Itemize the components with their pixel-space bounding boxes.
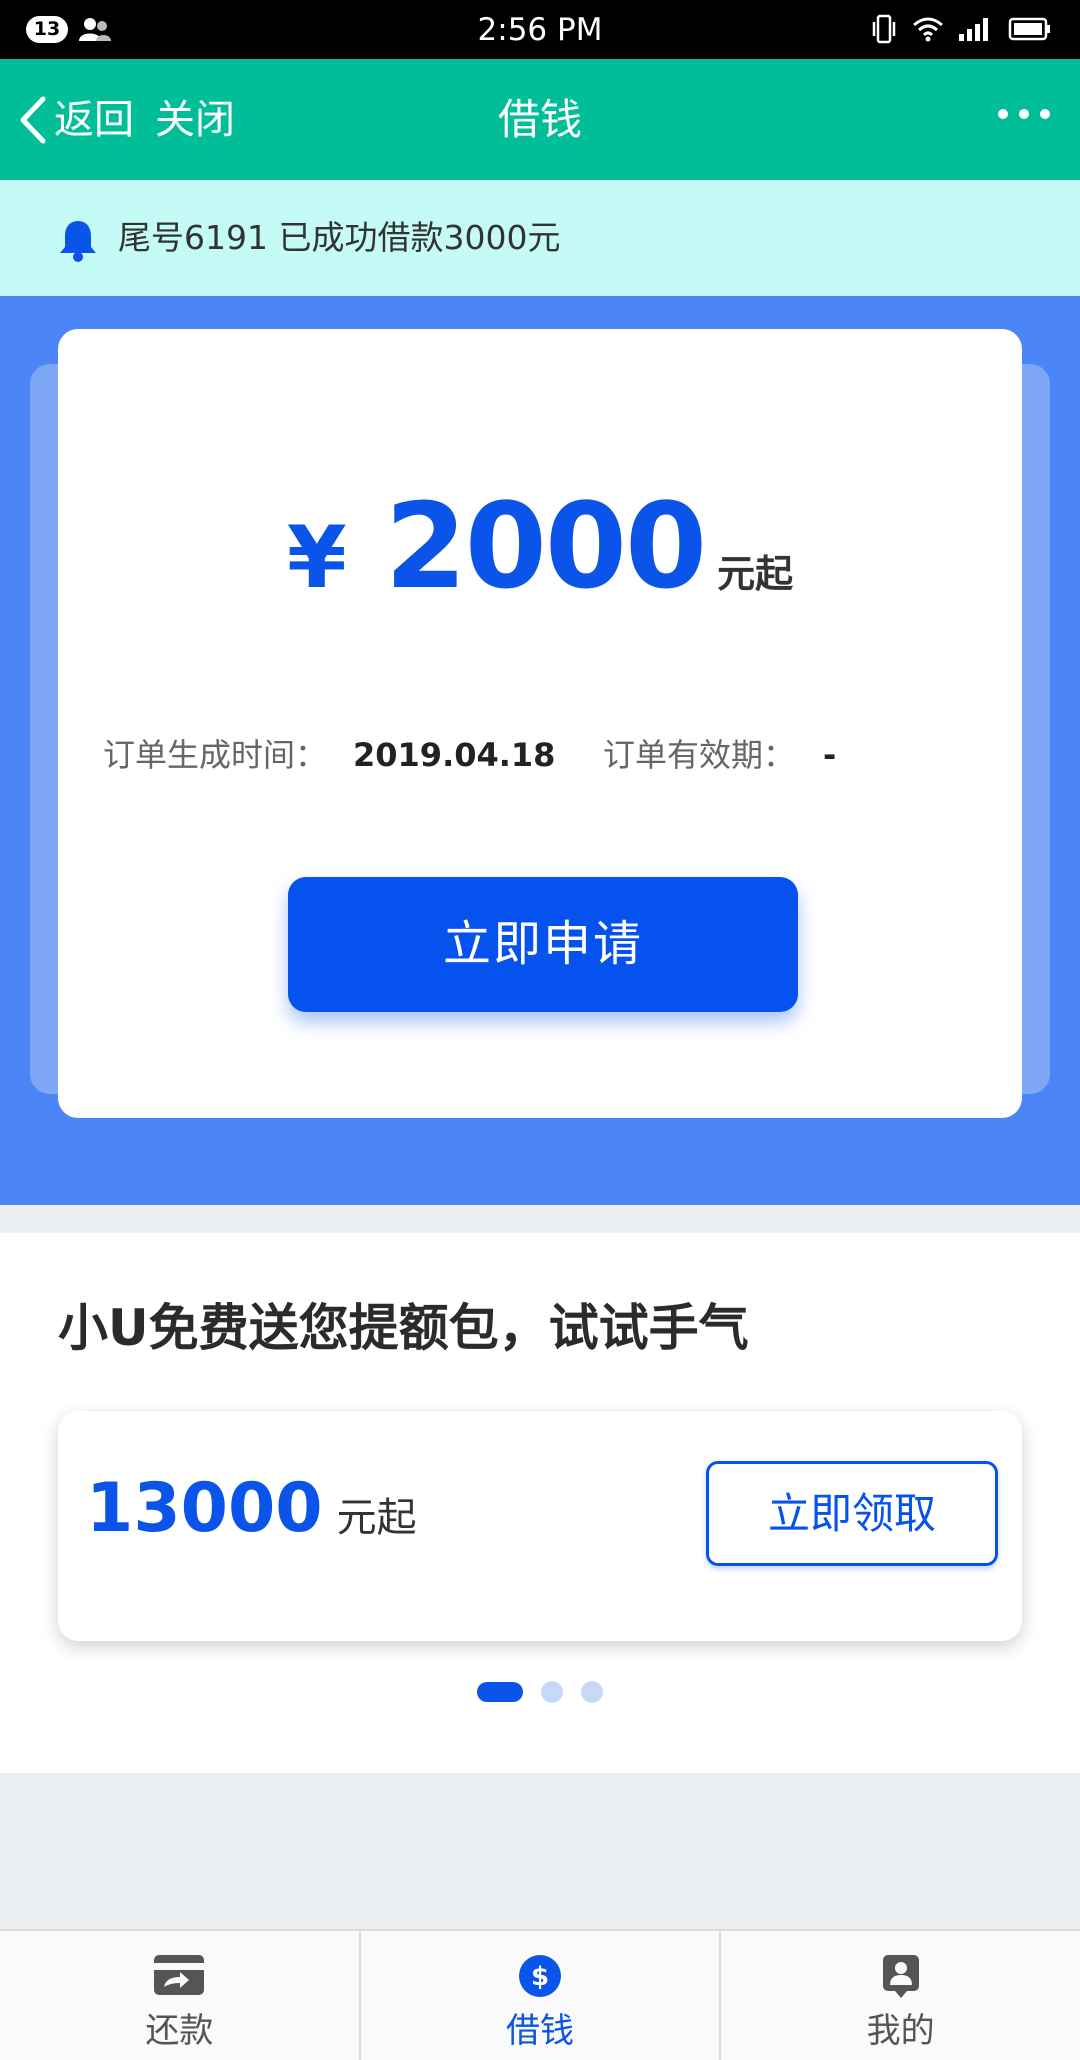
pager-dot[interactable]: [581, 1681, 603, 1703]
created-value: 2019.04.18: [353, 736, 556, 774]
promo-amount-value: 13000: [86, 1469, 323, 1548]
wifi-icon: [913, 17, 943, 42]
valid-value: -: [823, 736, 837, 774]
tab-borrow-label: 借钱: [506, 2011, 574, 2051]
pager-dot[interactable]: [541, 1681, 563, 1703]
amount-unit: 元起: [717, 552, 794, 596]
amount-value: 2000: [384, 477, 707, 615]
svg-text:$: $: [531, 1962, 549, 1992]
status-bar: 13 2:56 PM: [0, 0, 1080, 59]
valid-label: 订单有效期：: [603, 736, 796, 774]
bell-icon: [60, 221, 96, 262]
loan-hero: ¥ 2000 元起 订单生成时间： 2019.04.18 订单有效期： - 立即…: [0, 296, 1080, 1205]
promo-amount: 13000 元起: [86, 1469, 417, 1548]
promo-title: 小U免费送您提额包，试试手气: [58, 1299, 749, 1357]
signal-icon: [959, 18, 988, 41]
repay-card-icon: [154, 1955, 205, 1995]
tab-mine-label: 我的: [866, 2011, 935, 2051]
vibrate-icon: [872, 14, 896, 44]
apply-now-button[interactable]: 立即申请: [288, 877, 798, 1012]
promo-amount-unit: 元起: [336, 1495, 417, 1541]
notice-banner: 尾号6191 已成功借款3000元: [0, 180, 1080, 296]
notice-text: 尾号6191 已成功借款3000元: [118, 218, 561, 257]
carousel-pager: [0, 1681, 1080, 1703]
dollar-circle-icon: $: [519, 1955, 561, 1997]
currency-symbol: ¥: [286, 508, 347, 608]
tab-repay-label: 还款: [145, 2011, 214, 2051]
more-dot-icon: [1040, 109, 1050, 119]
more-dot-icon: [998, 109, 1008, 119]
battery-icon: [1008, 17, 1050, 41]
pager-dot-active[interactable]: [477, 1682, 523, 1702]
tab-repay[interactable]: 还款: [0, 1931, 361, 2060]
profile-icon: [882, 1955, 919, 1998]
loan-card: ¥ 2000 元起 订单生成时间： 2019.04.18 订单有效期： - 立即…: [58, 329, 1022, 1118]
claim-now-button[interactable]: 立即领取: [706, 1461, 998, 1566]
promo-card: 13000 元起 立即领取: [58, 1411, 1022, 1641]
bottom-tab-bar: 还款 $ 借钱 我的: [0, 1929, 1080, 2060]
more-menu-button[interactable]: [998, 109, 1050, 119]
tab-borrow[interactable]: $ 借钱: [361, 1931, 722, 2060]
nav-bar: 返回 关闭 借钱: [0, 59, 1080, 180]
promo-section: 小U免费送您提额包，试试手气 13000 元起 立即领取: [0, 1233, 1080, 1773]
created-label: 订单生成时间：: [103, 736, 328, 774]
tab-mine[interactable]: 我的: [721, 1931, 1080, 2060]
more-dot-icon: [1019, 109, 1029, 119]
loan-amount: ¥ 2000 元起: [58, 477, 1022, 615]
page-title: 借钱: [497, 95, 582, 144]
